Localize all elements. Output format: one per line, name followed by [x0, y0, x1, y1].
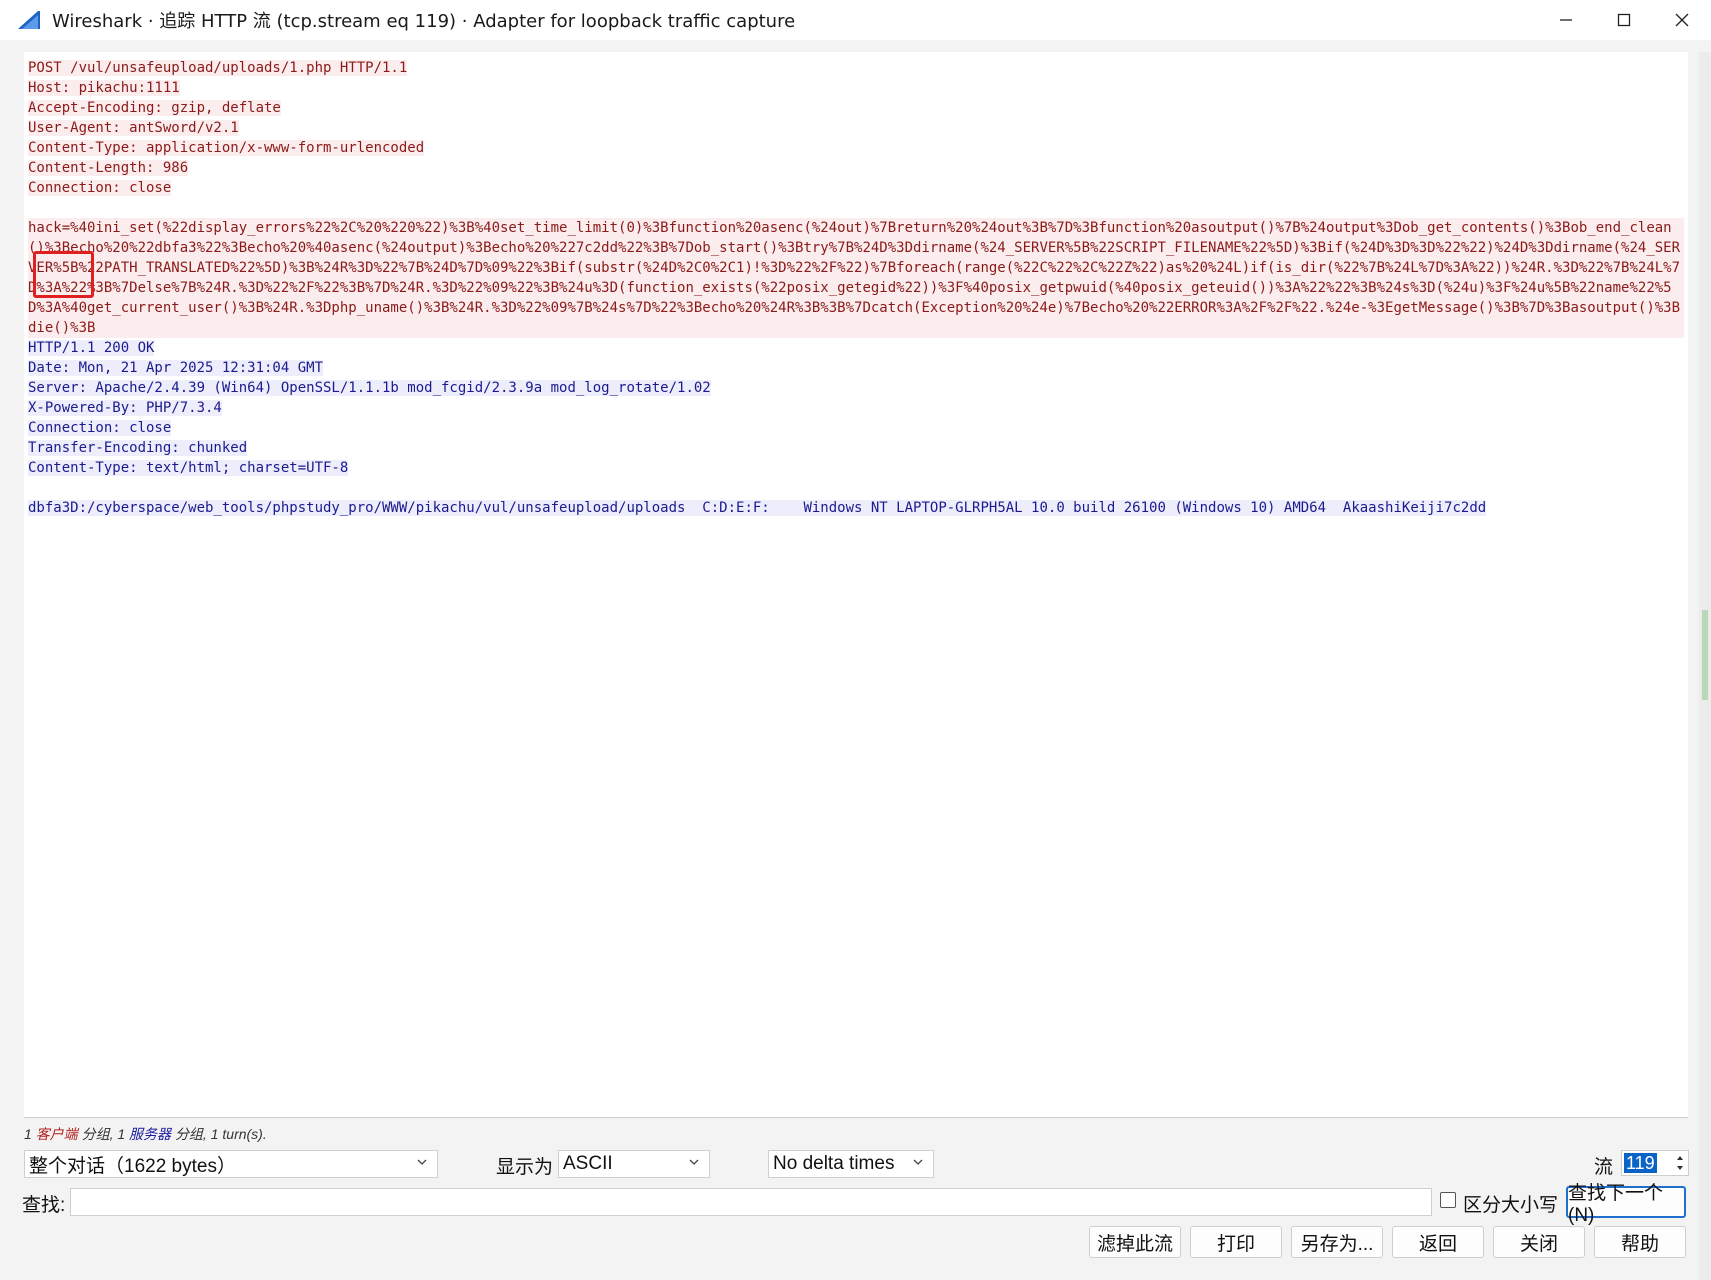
request-header-line: POST /vul/unsafeupload/uploads/1.php HTT… [28, 60, 408, 76]
annotation-highlight-box [33, 251, 94, 298]
help-button[interactable]: 帮助 [1594, 1226, 1686, 1258]
stream-content-pane[interactable]: POST /vul/unsafeupload/uploads/1.php HTT… [24, 52, 1688, 1118]
response-body: dbfa3D:/cyberspace/web_tools/phpstudy_pr… [28, 500, 1487, 516]
stream-number-value[interactable]: 119 [1624, 1153, 1657, 1173]
request-body: hack=%40ini_set(%22display_errors%22%2C%… [28, 218, 1684, 338]
show-as-select-value: ASCII [563, 1153, 613, 1174]
maximize-icon[interactable] [1595, 0, 1653, 40]
find-label: 查找: [22, 1195, 66, 1216]
stream-summary: 1 客户端 分组, 1 服务器 分组, 1 turn(s). [24, 1126, 267, 1142]
follow-http-stream-window: Wireshark · 追踪 HTTP 流 (tcp.stream eq 119… [0, 0, 1711, 1280]
delta-times-select-value: No delta times [773, 1153, 895, 1174]
stream-number-spinbox[interactable]: 119 [1621, 1150, 1689, 1176]
response-header-line: Date: Mon, 21 Apr 2025 12:31:04 GMT [28, 360, 324, 376]
request-header-line: Connection: close [28, 180, 172, 196]
chevron-down-icon [913, 1159, 923, 1165]
title-bar: Wireshark · 追踪 HTTP 流 (tcp.stream eq 119… [0, 0, 1711, 40]
show-as-select[interactable]: ASCII [558, 1150, 710, 1178]
spin-arrows-icon[interactable] [1674, 1153, 1686, 1173]
find-input[interactable] [70, 1188, 1432, 1216]
case-sensitive-checkbox[interactable] [1440, 1192, 1456, 1208]
stream-text[interactable]: POST /vul/unsafeupload/uploads/1.php HTT… [28, 58, 1684, 518]
response-header-line: Server: Apache/2.4.39 (Win64) OpenSSL/1.… [28, 380, 711, 396]
chevron-down-icon [417, 1159, 427, 1165]
response-header-line: Connection: close [28, 420, 172, 436]
conversation-select[interactable]: 整个对话（1622 bytes） [24, 1150, 438, 1178]
delta-times-select[interactable]: No delta times [768, 1150, 934, 1178]
find-next-button[interactable]: 查找下一个(N) [1566, 1183, 1686, 1226]
close-button[interactable]: 关闭 [1493, 1226, 1585, 1258]
minimize-icon[interactable] [1537, 0, 1595, 40]
print-button[interactable]: 打印 [1190, 1226, 1282, 1258]
window-title: Wireshark · 追踪 HTTP 流 (tcp.stream eq 119… [52, 11, 796, 32]
back-button[interactable]: 返回 [1392, 1226, 1484, 1258]
response-header-line: X-Powered-By: PHP/7.3.4 [28, 400, 222, 416]
case-sensitive-label: 区分大小写 [1463, 1195, 1559, 1216]
chevron-down-icon [689, 1159, 699, 1165]
response-header-line: Content-Type: text/html; charset=UTF-8 [28, 460, 349, 476]
response-header-line: Transfer-Encoding: chunked [28, 440, 248, 456]
filter-out-stream-button[interactable]: 滤掉此流 [1089, 1226, 1181, 1258]
background-window-marker [1702, 610, 1708, 700]
window-controls [1537, 0, 1711, 40]
request-header-line: Accept-Encoding: gzip, deflate [28, 100, 281, 116]
request-header-line: Content-Length: 986 [28, 160, 189, 176]
save-as-button[interactable]: 另存为... [1291, 1226, 1383, 1258]
request-header-line: Host: pikachu:1111 [28, 80, 180, 96]
wireshark-fin-icon [18, 11, 40, 29]
conversation-select-value: 整个对话（1622 bytes） [29, 1155, 236, 1177]
stream-label: 流 [1594, 1157, 1614, 1178]
request-header-line: User-Agent: antSword/v2.1 [28, 120, 239, 136]
show-as-label: 显示为 [496, 1157, 554, 1178]
close-icon[interactable] [1653, 0, 1711, 40]
response-header-line: HTTP/1.1 200 OK [28, 340, 155, 356]
request-header-line: Content-Type: application/x-www-form-url… [28, 140, 425, 156]
